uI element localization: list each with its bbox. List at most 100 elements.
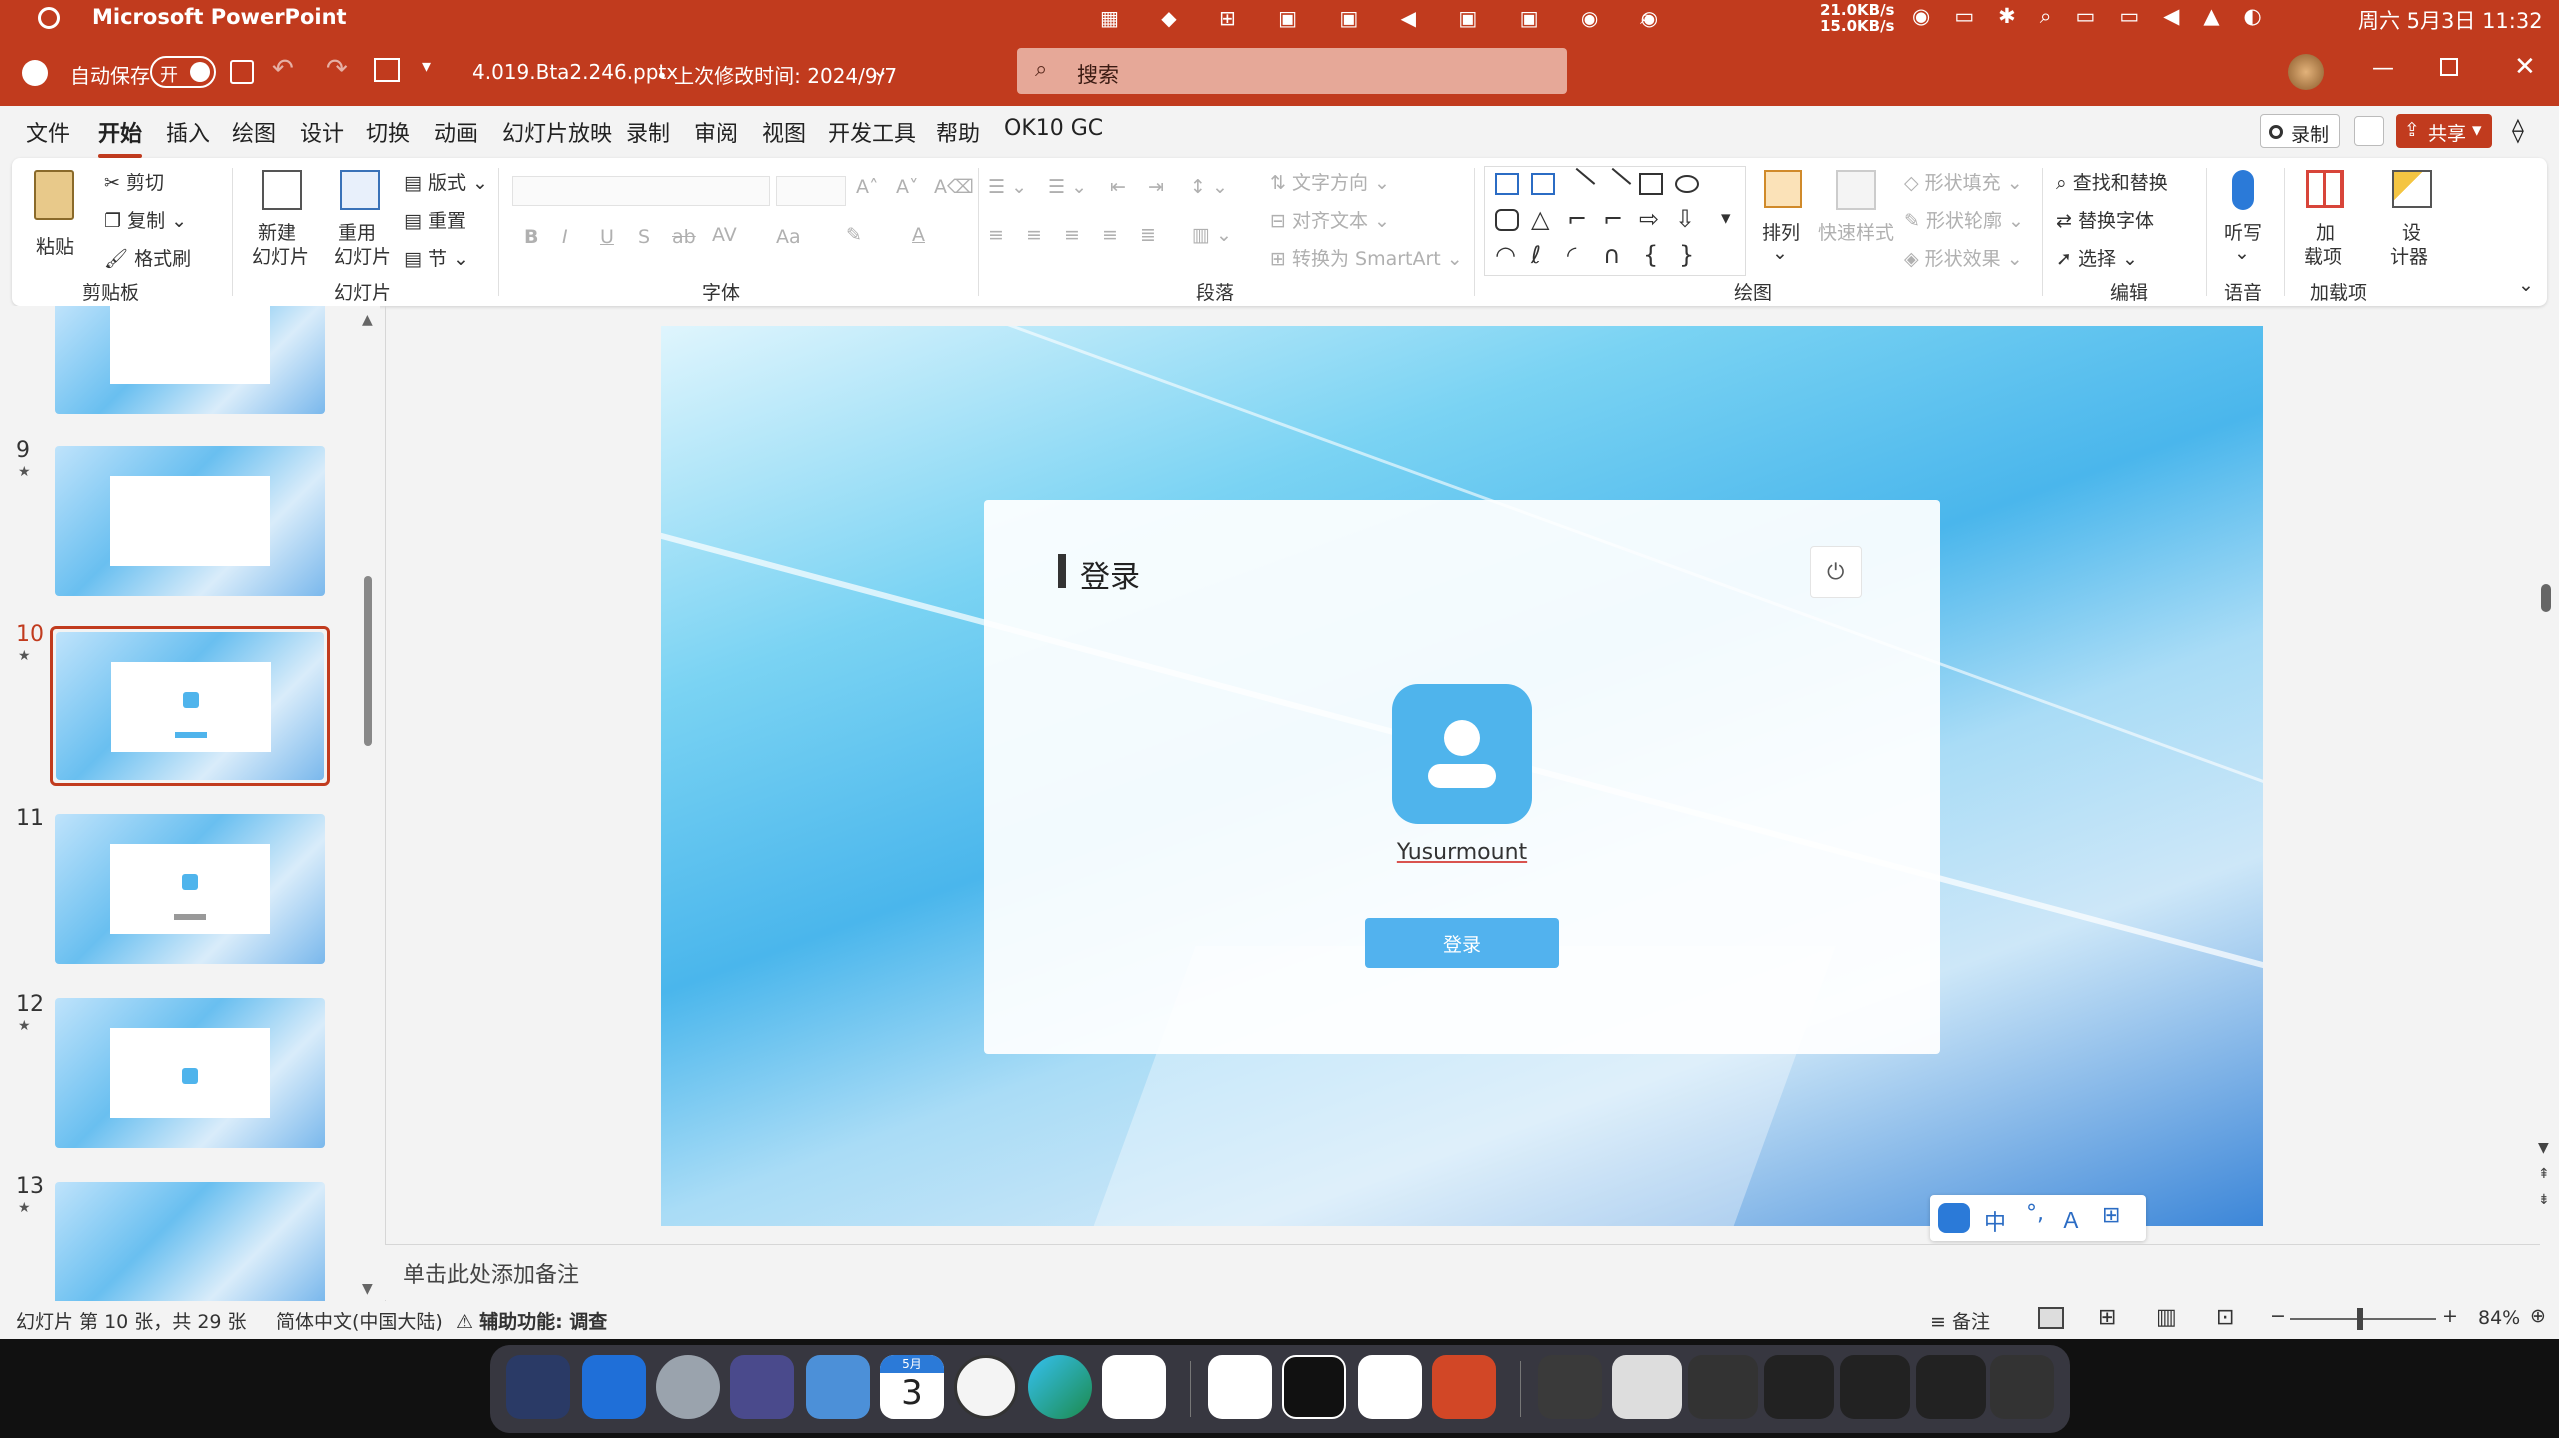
triangle-shape-icon[interactable]: △ <box>1531 205 1549 233</box>
reading-view-icon[interactable]: ▥ <box>2156 1305 2177 1330</box>
tab-slideshow[interactable]: 幻灯片放映 <box>502 116 612 148</box>
copy-button[interactable]: ❐ 复制 ⌄ <box>104 206 187 233</box>
slideshow-view-icon[interactable]: ⊡ <box>2216 1305 2234 1330</box>
text-direction-button[interactable]: ⇅ 文字方向 ⌄ <box>1270 168 1390 195</box>
avatar[interactable] <box>2288 54 2324 90</box>
language-indicator[interactable]: 简体中文(中国大陆) <box>276 1307 443 1334</box>
search-input[interactable]: 搜索 <box>1077 59 1119 89</box>
app-name[interactable]: Microsoft PowerPoint <box>92 5 347 29</box>
calendar-icon[interactable]: 5月 3 <box>880 1355 944 1419</box>
editor-scrollbar-thumb[interactable] <box>2541 584 2551 612</box>
font-color-button[interactable]: A <box>912 224 925 246</box>
zoom-level[interactable]: 84% <box>2478 1307 2520 1329</box>
zoom-slider[interactable] <box>2290 1308 2436 1330</box>
reuse-slides-button[interactable]: 重用 幻灯片 <box>324 170 394 270</box>
increase-indent-icon[interactable]: ⇥ <box>1148 176 1164 198</box>
font-shrink-icon[interactable]: A˅ <box>896 176 919 198</box>
thumbnail-8-partial[interactable] <box>55 306 325 414</box>
thumbnail-13[interactable] <box>55 1182 325 1301</box>
autosave-toggle[interactable]: 开 <box>150 56 216 88</box>
tab-developer[interactable]: 开发工具 <box>828 116 916 148</box>
powerpoint-app-icon[interactable] <box>1432 1355 1496 1419</box>
tab-insert[interactable]: 插入 <box>166 116 210 148</box>
copilot-icon[interactable]: ⟠ <box>2512 116 2524 144</box>
font-name-select[interactable] <box>512 176 770 206</box>
shapes-more-icon[interactable]: ▾ <box>1721 207 1731 229</box>
share-button[interactable]: ⇪ 共享 ▾ <box>2396 114 2492 148</box>
baidu-ime-icon[interactable] <box>1938 1203 1970 1233</box>
notes-pane[interactable]: 单击此处添加备注 <box>385 1244 2540 1300</box>
save-icon[interactable] <box>230 60 254 84</box>
present-icon[interactable] <box>374 58 400 82</box>
tab-help[interactable]: 帮助 <box>936 116 980 148</box>
accessibility-status[interactable]: ⚠ 辅助功能: 调查 <box>456 1307 607 1334</box>
ime-keyboard-icon[interactable]: Ａ <box>2060 1203 2082 1235</box>
arc-shape-icon[interactable]: ◜ <box>1567 241 1576 269</box>
tab-file[interactable]: 文件 <box>26 116 70 148</box>
freeform-shape-icon[interactable]: ◠ <box>1495 241 1516 269</box>
arrange-button[interactable]: 排列 ⌄ <box>1754 170 1810 270</box>
align-left-icon[interactable]: ≡ <box>988 224 1004 246</box>
smartart-button[interactable]: ⊞ 转换为 SmartArt ⌄ <box>1270 244 1463 271</box>
next-slide-arrow-icon[interactable]: ⇟ <box>2538 1192 2550 1208</box>
line-shape-icon[interactable] <box>1562 167 1596 201</box>
change-case-button[interactable]: Aa <box>776 226 801 248</box>
right-brace-shape-icon[interactable]: } <box>1679 241 1694 269</box>
recycle-bin-icon[interactable] <box>1538 1355 1602 1419</box>
tab-review[interactable]: 审阅 <box>694 116 738 148</box>
tab-draw[interactable]: 绘图 <box>232 116 276 148</box>
columns-icon[interactable]: ▥ ⌄ <box>1192 224 1232 246</box>
align-right-icon[interactable]: ≡ <box>1064 224 1080 246</box>
tab-home[interactable]: 开始 <box>98 116 143 158</box>
shapes-gallery[interactable]: △ ⌐ ⌐ ⇨ ⇩ ◠ ℓ ◜ ∩ { } ▾ <box>1484 166 1746 276</box>
slide-canvas[interactable]: 登录 ⏻ Yusurmount 登录 <box>661 326 2263 1226</box>
left-brace-shape-icon[interactable]: { <box>1643 241 1658 269</box>
decrease-indent-icon[interactable]: ⇤ <box>1110 176 1126 198</box>
tab-ok10[interactable]: OK10 GC <box>1004 116 1103 141</box>
clock-icon[interactable] <box>954 1355 1018 1419</box>
align-text-button[interactable]: ⊟ 对齐文本 ⌄ <box>1270 206 1390 233</box>
file-menu-chevron-icon[interactable]: ⌄ <box>872 58 889 82</box>
slide-counter[interactable]: 幻灯片 第 10 张，共 29 张 <box>16 1307 247 1334</box>
window-preview-k[interactable] <box>1916 1355 1986 1419</box>
power-button[interactable]: ⏻ <box>1810 546 1862 598</box>
addins-button[interactable]: 加 载项 <box>2294 170 2354 270</box>
photos-icon[interactable] <box>806 1355 870 1419</box>
panel-divider[interactable] <box>385 306 386 1301</box>
prev-slide-icon[interactable]: ▼ <box>2538 1140 2549 1156</box>
comments-icon[interactable] <box>2354 116 2384 146</box>
record-button[interactable]: 录制 <box>2260 114 2340 148</box>
section-button[interactable]: ▤ 节 ⌄ <box>404 244 469 271</box>
replace-font-button[interactable]: ⇄ 替换字体 <box>2056 206 2154 233</box>
textbox-shape-icon[interactable] <box>1495 173 1519 195</box>
arrow-shape-icon[interactable] <box>1598 167 1632 201</box>
notes-toggle[interactable]: ≡ 备注 <box>1930 1307 1990 1334</box>
panel-scroll-up-icon[interactable]: ▲ <box>362 312 373 328</box>
layout-button[interactable]: ▤ 版式 ⌄ <box>404 168 488 195</box>
oval-shape-icon[interactable] <box>1675 175 1699 193</box>
clear-format-icon[interactable]: A⌫ <box>934 176 974 198</box>
line-spacing-icon[interactable]: ↕ ⌄ <box>1190 176 1228 198</box>
search-box[interactable]: ⌕ 搜索 <box>1017 48 1567 94</box>
shape-effect-button[interactable]: ◈ 形状效果 ⌄ <box>1904 244 2023 271</box>
tab-design[interactable]: 设计 <box>300 116 344 148</box>
collapse-ribbon-icon[interactable]: ⌄ <box>2518 274 2534 296</box>
desktop-monitor-icon[interactable] <box>582 1355 646 1419</box>
window-preview-blank[interactable] <box>1990 1355 2054 1419</box>
new-slide-button[interactable]: 新建 幻灯片 <box>242 170 312 270</box>
prev-slide-arrow-icon[interactable]: ⇞ <box>2538 1166 2550 1182</box>
tab-transitions[interactable]: 切换 <box>366 116 410 148</box>
justify-icon[interactable]: ≡ <box>1102 224 1118 246</box>
restore-icon[interactable] <box>2440 58 2458 76</box>
wechat-icon[interactable] <box>1102 1355 1166 1419</box>
thumbnail-10-selected[interactable] <box>50 626 330 786</box>
shape-fill-button[interactable]: ◇ 形状填充 ⌄ <box>1904 168 2023 195</box>
search-tray-icon[interactable]: ⌕ <box>1640 5 1652 30</box>
curve-shape-icon[interactable]: ∩ <box>1603 241 1621 269</box>
paste-button[interactable]: 粘贴 <box>32 170 82 270</box>
undo-icon[interactable]: ↶ <box>272 54 294 84</box>
numbering-icon[interactable]: ☰ ⌄ <box>1048 176 1087 198</box>
tab-record[interactable]: 录制 <box>626 116 670 148</box>
bold-button[interactable]: B <box>524 226 538 248</box>
cut-button[interactable]: ✂ 剪切 <box>104 168 164 195</box>
